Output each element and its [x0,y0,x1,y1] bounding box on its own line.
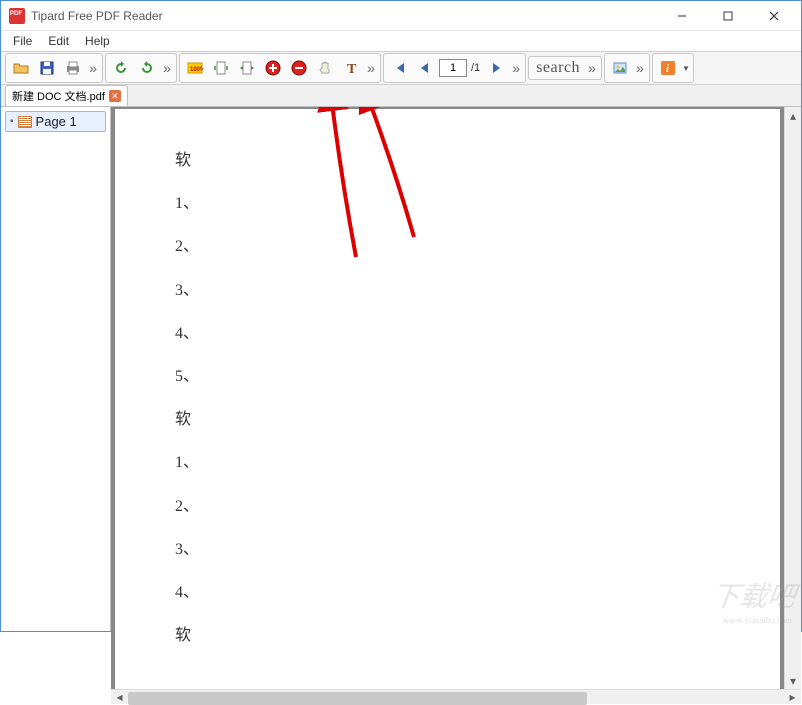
text-line: 1、 [175,182,720,225]
snapshot-group: » [604,53,650,83]
rotate-group-more[interactable]: » [161,60,173,76]
actual-size-button[interactable]: 100% [183,56,207,80]
next-page-button[interactable] [484,56,508,80]
zoom-group-more[interactable]: » [365,60,377,76]
svg-text:100%: 100% [190,67,203,73]
page-total-label: /1 [469,62,482,74]
hand-tool-button[interactable] [313,56,337,80]
nav-group-more[interactable]: » [510,60,522,76]
document-viewport[interactable]: 软 1、 2、 3、 4、 5、 软 1、 2、 3、 4、 软 [111,107,784,689]
scroll-down-icon[interactable]: ▾ [785,672,801,689]
maximize-button[interactable] [705,2,751,30]
text-line: 2、 [175,485,720,528]
scroll-left-icon[interactable]: ◂ [111,690,128,704]
scroll-up-icon[interactable]: ▴ [785,107,801,124]
main-area: ▪ Page 1 软 1、 2、 3、 4、 5、 软 1、 2、 3、 4、 [1,107,801,631]
menubar: File Edit Help [1,31,801,51]
zoom-group: 100% T » [179,53,381,83]
snapshot-group-more[interactable]: » [634,60,646,76]
text-line: 2、 [175,225,720,268]
file-group-more[interactable]: » [87,60,99,76]
prev-page-button[interactable] [413,56,437,80]
tab-filename: 新建 DOC 文档.pdf [12,88,105,104]
search-group: search » [528,56,602,80]
zoom-out-button[interactable] [287,56,311,80]
scroll-track[interactable] [128,690,784,704]
text-line: 软 [175,398,720,441]
thumbnail-label: Page 1 [36,114,77,129]
text-select-button[interactable]: T [339,56,363,80]
save-button[interactable] [35,56,59,80]
thumbnail-sidebar: ▪ Page 1 [1,107,111,631]
text-line: 1、 [175,441,720,484]
info-dropdown-icon[interactable]: ▼ [682,64,690,73]
text-line: 4、 [175,312,720,355]
print-button[interactable] [61,56,85,80]
rotate-right-button[interactable] [135,56,159,80]
fit-width-button[interactable] [235,56,259,80]
snapshot-button[interactable] [608,56,632,80]
minimize-button[interactable] [659,2,705,30]
titlebar: Tipard Free PDF Reader [1,1,801,31]
file-group: » [5,53,103,83]
rotate-group: » [105,53,177,83]
open-button[interactable] [9,56,33,80]
scroll-right-icon[interactable]: ▸ [784,690,801,704]
window-title: Tipard Free PDF Reader [31,9,659,23]
horizontal-scrollbar[interactable]: ◂ ▸ [111,689,801,704]
page-thumbnail-1[interactable]: ▪ Page 1 [5,111,106,132]
document-tab[interactable]: 新建 DOC 文档.pdf ✕ [5,85,128,106]
document-area: 软 1、 2、 3、 4、 5、 软 1、 2、 3、 4、 软 [111,107,801,631]
svg-text:T: T [347,62,357,76]
menu-edit[interactable]: Edit [40,32,77,50]
menu-file[interactable]: File [5,32,40,50]
toolbar: » » 100% T » /1 » search » » i ▼ [1,51,801,85]
fit-page-button[interactable] [209,56,233,80]
search-label[interactable]: search [532,59,584,77]
info-button[interactable]: i [656,56,680,80]
vertical-scrollbar[interactable]: ▴ ▾ [784,107,801,689]
app-icon [9,8,25,24]
menu-help[interactable]: Help [77,32,118,50]
zoom-in-button[interactable] [261,56,285,80]
document-tabstrip: 新建 DOC 文档.pdf ✕ [1,85,801,107]
pdf-page: 软 1、 2、 3、 4、 5、 软 1、 2、 3、 4、 软 [115,109,780,689]
rotate-left-button[interactable] [109,56,133,80]
tab-close-icon[interactable]: ✕ [109,90,121,102]
scroll-thumb[interactable] [128,692,587,705]
page-icon [18,116,32,128]
window-controls [659,2,797,30]
tree-collapse-icon: ▪ [10,116,14,127]
text-line: 软 [175,614,720,657]
text-line: 5、 [175,355,720,398]
info-group: i ▼ [652,53,694,83]
close-button[interactable] [751,2,797,30]
nav-group: /1 » [383,53,526,83]
search-group-more[interactable]: » [586,60,598,76]
first-page-button[interactable] [387,56,411,80]
page-number-input[interactable] [439,59,467,77]
text-line: 3、 [175,269,720,312]
text-line: 4、 [175,571,720,614]
text-line: 3、 [175,528,720,571]
text-line: 软 [175,139,720,182]
